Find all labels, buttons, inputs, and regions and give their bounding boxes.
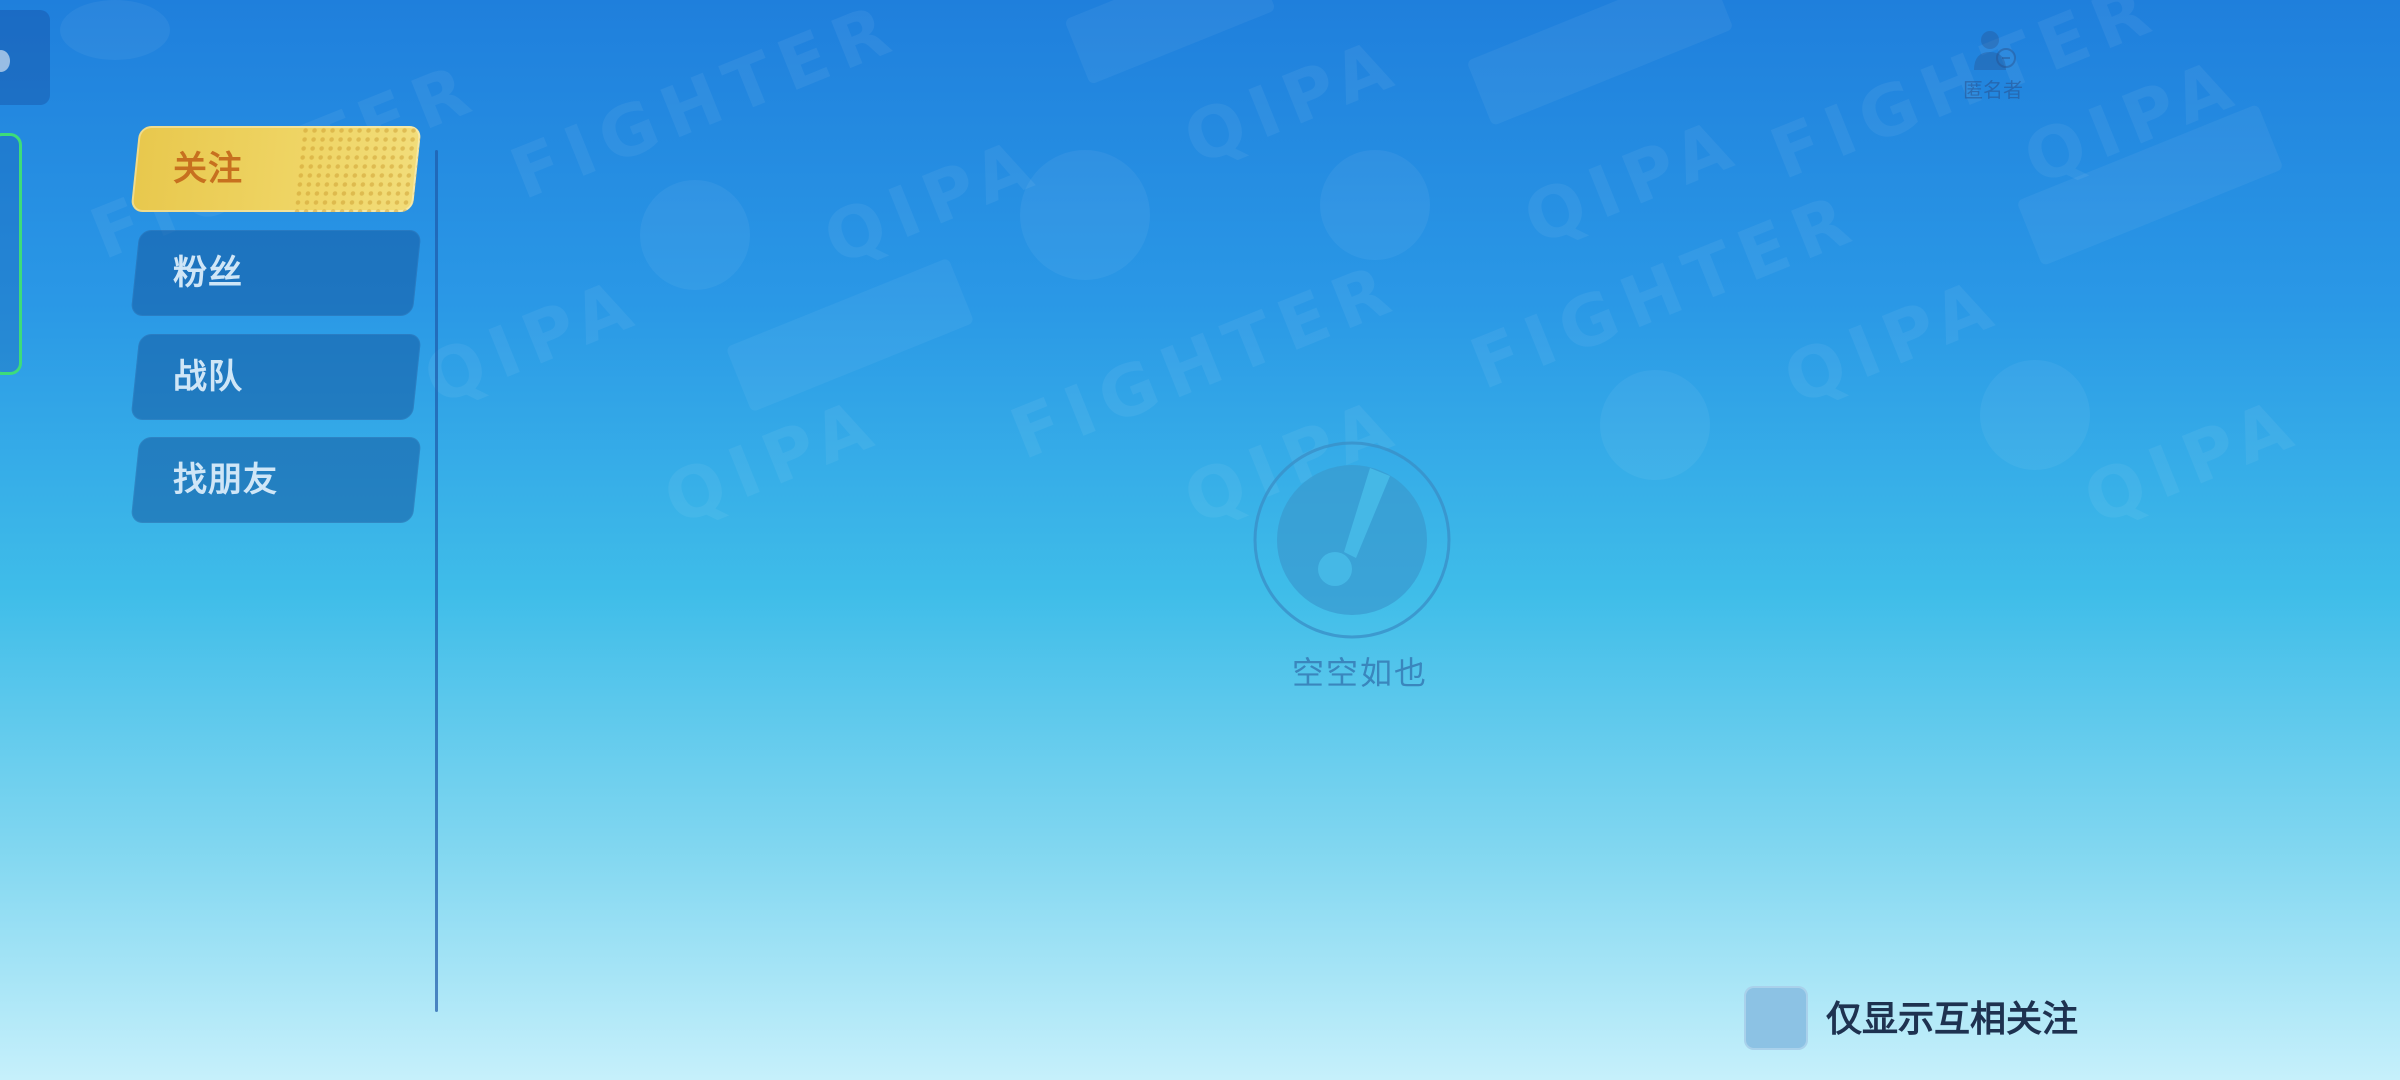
watermark-shape bbox=[1320, 150, 1430, 260]
tab-label: 粉丝 bbox=[173, 253, 243, 293]
watermark-text: QIPA bbox=[1512, 100, 1752, 262]
watermark-text: QIPA bbox=[812, 120, 1052, 282]
empty-state-text: 空空如也 bbox=[1291, 654, 1428, 692]
watermark-text: QIPA bbox=[1172, 20, 1412, 182]
watermark-text: QIPA bbox=[2072, 380, 2312, 542]
mutual-follow-checkbox[interactable] bbox=[1744, 986, 1808, 1050]
tab-team[interactable]: 战队 bbox=[130, 334, 422, 420]
watermark-shape bbox=[2016, 103, 2284, 267]
tab-fans[interactable]: 粉丝 bbox=[130, 230, 422, 316]
collapsed-side-panel[interactable] bbox=[0, 133, 22, 375]
watermark-shape bbox=[1980, 360, 2090, 470]
tab-label: 关注 bbox=[173, 149, 243, 189]
side-button-dot bbox=[0, 50, 10, 72]
watermark-text: QIPA bbox=[1772, 260, 2012, 422]
watermark-shape bbox=[640, 180, 750, 290]
watermark-shape bbox=[1466, 0, 1734, 127]
watermark-text: QIPA bbox=[412, 260, 652, 422]
watermark-shape bbox=[1020, 150, 1150, 280]
top-right-label: 匿名者 bbox=[1963, 78, 2023, 102]
tab-label: 找朋友 bbox=[173, 460, 278, 500]
collapsed-side-button[interactable] bbox=[0, 10, 50, 105]
game-screen: FIGHTER QIPA QIPA FIGHTER QIPA QIPA FIGH… bbox=[0, 0, 2400, 1080]
exclamation-icon bbox=[1253, 441, 1451, 639]
watermark-text: FIGHTER bbox=[1459, 176, 1870, 406]
watermark-shape bbox=[725, 257, 975, 413]
tab-label: 战队 bbox=[173, 357, 243, 397]
watermark-text: QIPA bbox=[2012, 40, 2252, 202]
watermark-shape bbox=[1600, 370, 1710, 480]
tab-following[interactable]: 关注 bbox=[130, 126, 422, 212]
mutual-follow-label[interactable]: 仅显示互相关注 bbox=[1826, 994, 2078, 1046]
watermark-shape bbox=[60, 0, 170, 60]
sidebar-divider bbox=[435, 150, 438, 1012]
watermark-text: QIPA bbox=[652, 380, 892, 542]
tab-find-friends[interactable]: 找朋友 bbox=[130, 437, 422, 523]
user-icon[interactable] bbox=[1968, 28, 2018, 72]
watermark-shape bbox=[1064, 0, 1276, 85]
watermark-text: FIGHTER bbox=[499, 0, 910, 216]
